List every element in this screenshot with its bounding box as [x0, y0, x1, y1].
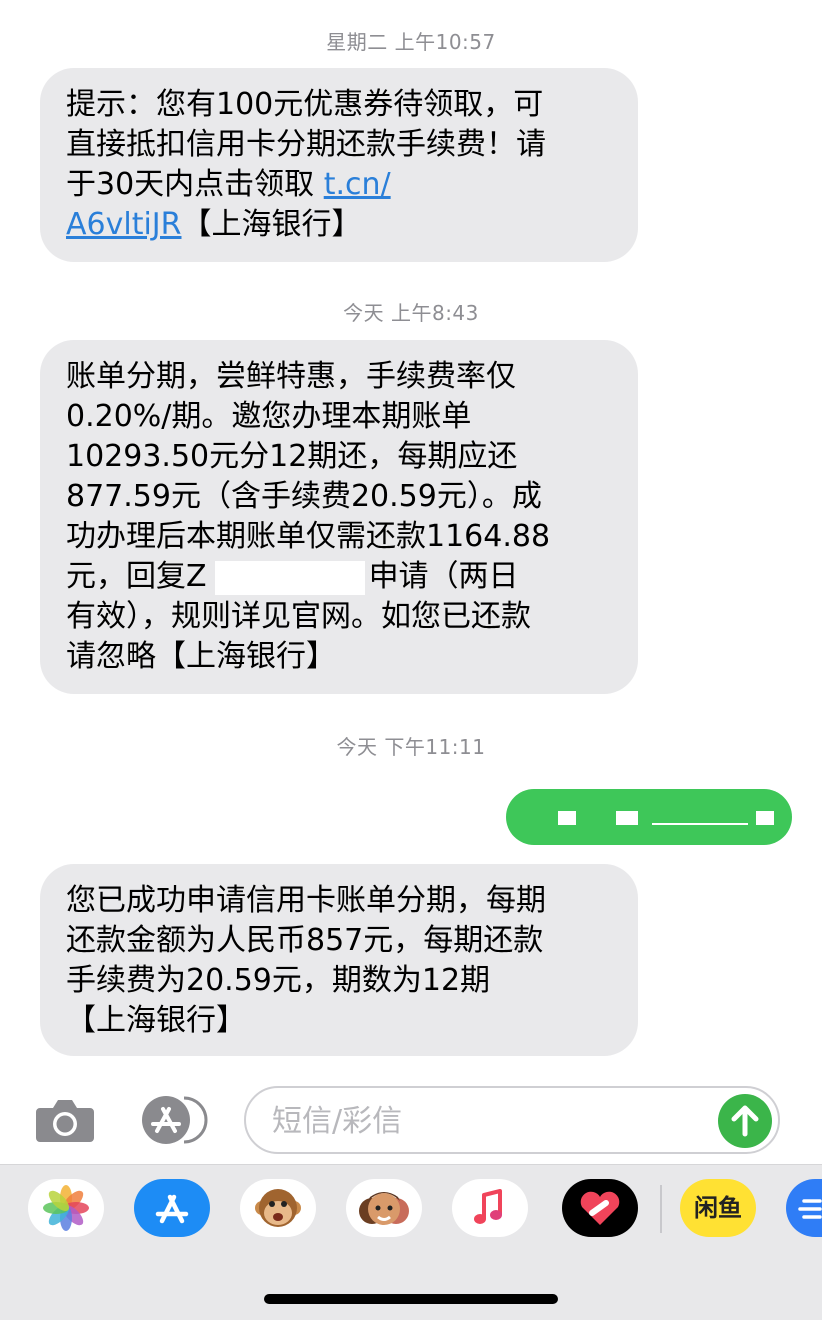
digital-touch-icon — [580, 1191, 620, 1225]
redaction-mask — [214, 560, 365, 595]
photos-app-button[interactable] — [28, 1179, 104, 1237]
short-link-continued[interactable]: A6vltiJR — [66, 207, 182, 242]
home-indicator — [264, 1294, 558, 1304]
message-text: 【上海银行】 — [181, 207, 362, 242]
message-input[interactable] — [270, 1098, 714, 1144]
timestamp: 星期二 上午10:57 — [326, 30, 496, 54]
memoji-icon — [359, 1192, 409, 1225]
message-text: 元，回复Z — [66, 559, 207, 594]
app-store-icon — [155, 1194, 189, 1224]
redaction-mask — [652, 823, 748, 825]
photos-icon — [43, 1185, 89, 1231]
message-line: 【上海银行】 — [66, 1003, 246, 1038]
message-line: 还款金额为人民币857元，每期还款 — [66, 923, 544, 958]
received-message-bubble[interactable]: 账单分期，尝鲜特惠，手续费率仅 0.20%/期。邀您办理本期账单 10293.5… — [12, 340, 638, 695]
short-link[interactable]: t.cn/ — [324, 167, 391, 202]
bubble-tail-cut — [12, 665, 40, 695]
message-line: 10293.50元分12期还，每期应还 — [66, 439, 518, 474]
redaction-mask — [558, 811, 576, 825]
timestamp: 今天 上午8:43 — [343, 301, 479, 325]
more-app-button[interactable] — [786, 1179, 822, 1237]
message-line: 提示：您有100元优惠券待领取，可 — [66, 87, 544, 122]
message-input-container — [244, 1086, 780, 1154]
message-line: 功办理后本期账单仅需还款1164.88 — [66, 519, 551, 554]
app-store-drawer-button[interactable] — [134, 1179, 210, 1237]
xianyu-label: 闲鱼 — [694, 1194, 742, 1222]
message-line: 手续费为20.59元，期数为12期 — [66, 963, 491, 998]
bubble-tail-cut — [12, 233, 40, 263]
message-line: 于30天内点击领取 t.cn/ — [66, 165, 612, 205]
message-line: 请忽略【上海银行】 — [66, 639, 336, 674]
timestamp: 今天 下午11:11 — [336, 735, 486, 759]
camera-button[interactable] — [34, 1098, 96, 1144]
message-line: 您已成功申请信用卡账单分期，每期 — [66, 883, 546, 918]
send-button[interactable] — [718, 1094, 772, 1148]
xianyu-app-button[interactable]: 闲鱼 — [680, 1179, 756, 1237]
message-line: 账单分期，尝鲜特惠，手续费率仅 — [66, 359, 516, 394]
arrow-up-icon — [731, 1105, 759, 1137]
memoji-app-button[interactable] — [346, 1179, 422, 1237]
message-line: 877.59元（含手续费20.59元）。成 — [66, 479, 542, 514]
bubble-tail-cut — [12, 1027, 40, 1057]
animoji-icon — [255, 1189, 301, 1227]
message-line: 元，回复Z 申请（两日 — [66, 557, 612, 597]
message-line: 直接抵扣信用卡分期还款手续费！请 — [66, 127, 546, 162]
music-icon — [474, 1189, 502, 1224]
app-store-button[interactable] — [140, 1094, 212, 1146]
animoji-app-button[interactable] — [240, 1179, 316, 1237]
music-app-button[interactable] — [452, 1179, 528, 1237]
received-message-bubble[interactable]: 提示：您有100元优惠券待领取，可 直接抵扣信用卡分期还款手续费！请 于30天内… — [12, 68, 638, 263]
received-message-bubble[interactable]: 您已成功申请信用卡账单分期，每期 还款金额为人民币857元，每期还款 手续费为2… — [12, 864, 638, 1057]
drawer-separator — [660, 1185, 662, 1233]
message-text: 申请（两日 — [368, 559, 519, 594]
digital-touch-app-button[interactable] — [562, 1179, 638, 1237]
more-app-icon — [798, 1199, 822, 1219]
redaction-mask — [616, 811, 638, 825]
message-line: 有效），规则详见官网。如您已还款 — [66, 599, 531, 634]
sent-message-bubble[interactable] — [506, 789, 818, 846]
message-line: A6vltiJR【上海银行】 — [66, 205, 612, 245]
redaction-mask — [756, 811, 774, 825]
camera-icon — [36, 1100, 94, 1142]
app-store-icon — [142, 1096, 208, 1144]
message-line: 0.20%/期。邀您办理本期账单 — [66, 399, 472, 434]
message-text: 于30天内点击领取 — [66, 167, 324, 202]
bubble-tail-cut — [792, 818, 818, 846]
